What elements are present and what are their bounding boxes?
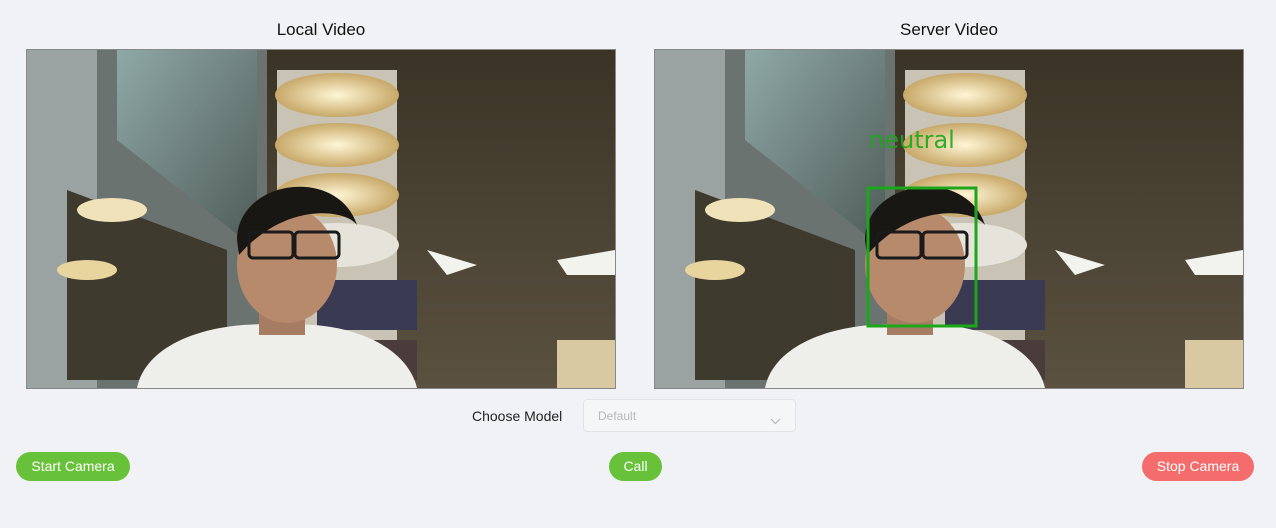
- local-video-feed: [26, 49, 616, 389]
- local-video-image: [27, 50, 615, 388]
- start-camera-button[interactable]: Start Camera: [16, 452, 130, 481]
- stop-camera-button[interactable]: Stop Camera: [1142, 452, 1254, 481]
- server-video-image: neutral: [655, 50, 1243, 388]
- local-video-title: Local Video: [276, 20, 366, 39]
- emotion-label: neutral: [869, 126, 955, 154]
- server-video-title: Server Video: [900, 20, 998, 39]
- call-button[interactable]: Call: [609, 452, 662, 481]
- model-select-value: Default: [598, 409, 637, 423]
- choose-model-label: Choose Model: [472, 408, 563, 424]
- chevron-down-icon: [770, 412, 781, 430]
- model-select[interactable]: Default: [583, 399, 796, 432]
- server-video-feed: neutral: [654, 49, 1244, 389]
